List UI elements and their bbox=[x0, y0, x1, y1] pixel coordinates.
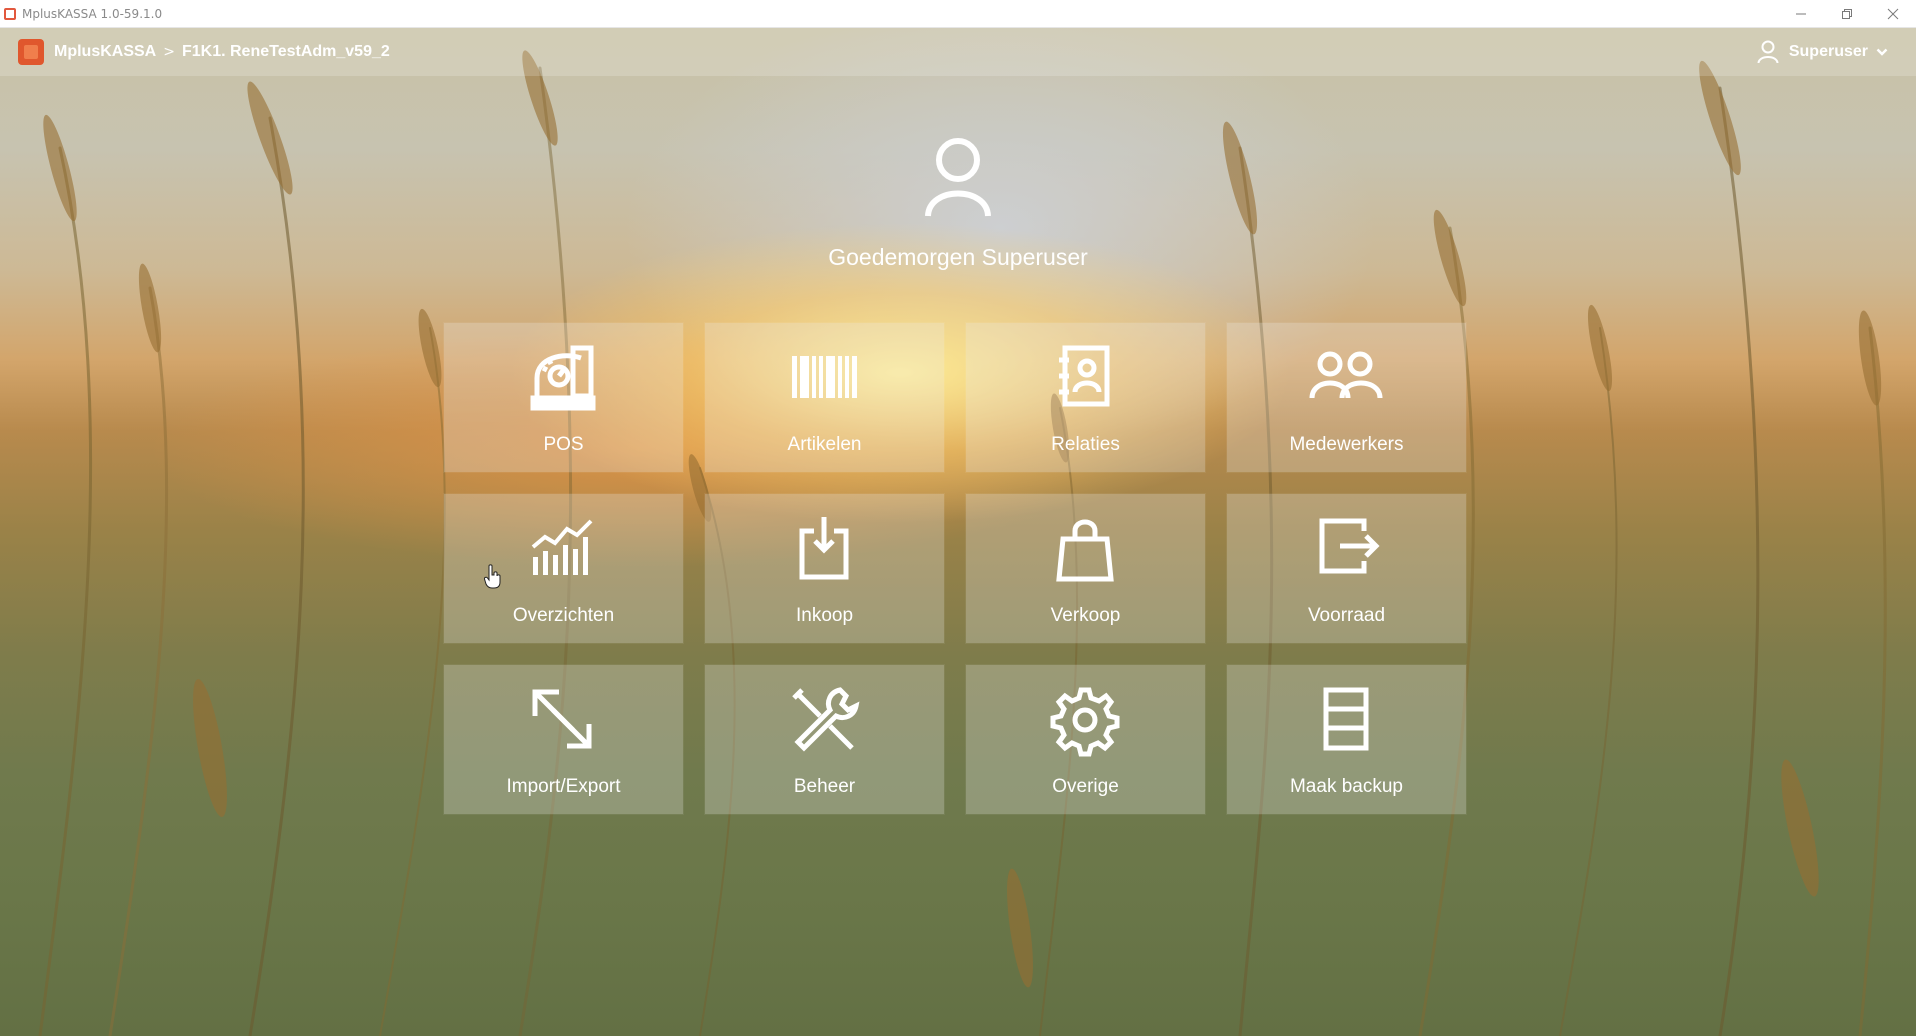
user-menu[interactable]: Superuser bbox=[1757, 28, 1888, 76]
tile-label: Inkoop bbox=[795, 605, 854, 626]
chevron-down-icon bbox=[1876, 48, 1888, 56]
tile-label: Verkoop bbox=[1050, 605, 1121, 626]
tile-overige[interactable]: Overige bbox=[966, 665, 1205, 814]
tile-label: POS bbox=[543, 434, 584, 455]
tile-medewerkers[interactable]: Medewerkers bbox=[1227, 323, 1466, 472]
tile-overzichten[interactable]: Overzichten bbox=[444, 494, 683, 643]
gear-icon bbox=[1050, 687, 1120, 757]
barcode-icon bbox=[792, 356, 857, 398]
user-name: Superuser bbox=[1788, 43, 1868, 60]
tile-relaties[interactable]: Relaties bbox=[966, 323, 1205, 472]
tile-label: Relaties bbox=[1051, 434, 1120, 455]
export-box-icon bbox=[1319, 518, 1380, 574]
app-header: MplusKASSA > F1K1. ReneTestAdm_v59_2 Sup… bbox=[0, 28, 1916, 76]
tile-import-export[interactable]: Import/Export bbox=[444, 665, 683, 814]
tile-pos[interactable]: POS bbox=[444, 323, 683, 472]
mpluskassa-logo[interactable] bbox=[18, 39, 44, 65]
window-controls bbox=[1778, 0, 1916, 27]
breadcrumb-app[interactable]: MplusKASSA bbox=[54, 43, 156, 61]
restore-icon bbox=[1842, 8, 1852, 19]
breadcrumb-separator: > bbox=[163, 44, 175, 60]
chart-icon bbox=[531, 519, 593, 575]
restore-button[interactable] bbox=[1824, 0, 1870, 27]
minimize-icon bbox=[1796, 13, 1806, 14]
shopping-bag-icon bbox=[1056, 519, 1114, 582]
window-title: MplusKASSA 1.0-59.1.0 bbox=[22, 6, 163, 21]
tile-label: Beheer bbox=[793, 776, 856, 797]
inbox-download-icon bbox=[799, 517, 849, 580]
tile-label: Medewerkers bbox=[1289, 434, 1404, 455]
backup-icon bbox=[1323, 687, 1369, 751]
module-grid: POS Artikelen Relaties Medewerkers Overz… bbox=[444, 323, 1466, 814]
minimize-button[interactable] bbox=[1778, 0, 1824, 27]
tile-verkoop[interactable]: Verkoop bbox=[966, 494, 1205, 643]
tools-icon bbox=[792, 687, 860, 752]
contact-book-icon bbox=[1059, 345, 1110, 407]
user-icon bbox=[1757, 40, 1779, 64]
tile-voorraad[interactable]: Voorraad bbox=[1227, 494, 1466, 643]
tile-label: Overzichten bbox=[512, 605, 615, 626]
window-titlebar: MplusKASSA 1.0-59.1.0 bbox=[0, 0, 1916, 28]
tile-beheer[interactable]: Beheer bbox=[705, 665, 944, 814]
tile-artikelen[interactable]: Artikelen bbox=[705, 323, 944, 472]
breadcrumb-location[interactable]: F1K1. ReneTestAdm_v59_2 bbox=[182, 43, 390, 61]
close-button[interactable] bbox=[1870, 0, 1916, 27]
close-icon bbox=[1887, 8, 1899, 19]
greeting-text: Goedemorgen Superuser bbox=[828, 244, 1088, 270]
import-export-icon bbox=[532, 689, 592, 749]
app-window-icon bbox=[4, 7, 16, 20]
tile-label: Maak backup bbox=[1289, 776, 1403, 797]
hand-cursor-icon bbox=[484, 564, 501, 589]
tile-label: Overige bbox=[1052, 776, 1119, 797]
tile-inkoop[interactable]: Inkoop bbox=[705, 494, 944, 643]
tile-maak-backup[interactable]: Maak backup bbox=[1227, 665, 1466, 814]
tile-label: Import/Export bbox=[506, 776, 621, 797]
greeting-user-icon bbox=[925, 138, 991, 217]
users-icon bbox=[1309, 351, 1383, 399]
cash-register-icon bbox=[530, 345, 596, 411]
tile-label: Voorraad bbox=[1307, 605, 1386, 626]
tile-label: Artikelen bbox=[787, 434, 862, 455]
